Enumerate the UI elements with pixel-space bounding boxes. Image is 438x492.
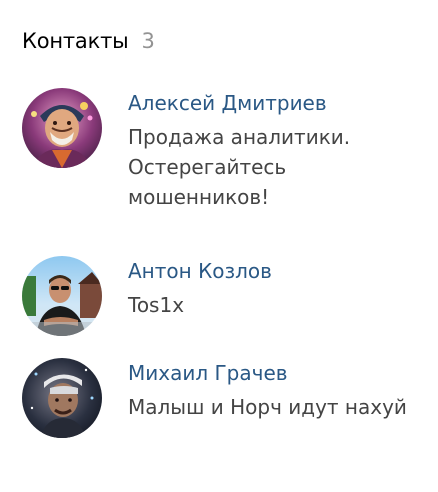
avatar-photo-icon bbox=[22, 358, 102, 438]
contact-description: Tos1x bbox=[128, 293, 185, 317]
avatar-photo-icon bbox=[22, 256, 102, 336]
contact-info: Антон Козлов Tos1x bbox=[128, 256, 428, 320]
contact-info: Алексей Дмитриев Продажа аналитики. Осте… bbox=[128, 88, 428, 212]
contact-avatar[interactable] bbox=[22, 256, 102, 336]
contact-avatar[interactable] bbox=[22, 88, 102, 168]
contacts-title: Контакты bbox=[22, 29, 129, 53]
contacts-block: Контакты 3 Алексей Дмитриев Продажа анал… bbox=[0, 0, 438, 492]
contact-avatar[interactable] bbox=[22, 358, 102, 438]
contact-description: Продажа аналитики. Остерегайтесь мошенни… bbox=[128, 125, 351, 209]
contacts-count: 3 bbox=[141, 29, 155, 53]
contact-name[interactable]: Антон Козлов bbox=[128, 256, 272, 286]
contact-info: Михаил Грачев Малыш и Норч идут нахуй bbox=[128, 358, 428, 422]
contact-name[interactable]: Алексей Дмитриев bbox=[128, 88, 327, 118]
contact-description: Малыш и Норч идут нахуй bbox=[128, 395, 407, 419]
avatar-photo-icon bbox=[22, 88, 102, 168]
contact-name[interactable]: Михаил Грачев bbox=[128, 358, 288, 388]
contacts-header: Контакты 3 bbox=[22, 27, 155, 55]
